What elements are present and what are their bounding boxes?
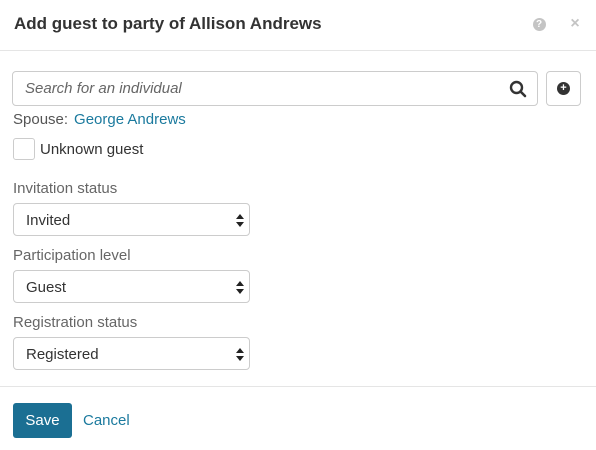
participation-level-select[interactable]: Guest	[13, 270, 250, 303]
close-icon[interactable]: ×	[568, 15, 582, 32]
save-button[interactable]: Save	[13, 403, 72, 438]
invitation-status-label: Invitation status	[13, 180, 118, 197]
spouse-link[interactable]: George Andrews	[74, 111, 186, 128]
unknown-guest-row: Unknown guest	[13, 138, 143, 160]
unknown-guest-label[interactable]: Unknown guest	[40, 141, 143, 158]
participation-level-label: Participation level	[13, 247, 131, 264]
invitation-status-select[interactable]: Invited	[13, 203, 250, 236]
search-field	[12, 71, 538, 106]
dialog-header: Add guest to party of Allison Andrews ? …	[0, 0, 596, 51]
cancel-link[interactable]: Cancel	[83, 412, 130, 429]
invitation-status-value: Invited	[26, 212, 71, 229]
dialog-footer: Save Cancel	[0, 386, 596, 450]
select-arrows-icon	[236, 281, 244, 294]
spouse-label: Spouse:	[13, 111, 69, 128]
search-input[interactable]	[13, 72, 503, 105]
select-arrows-icon	[236, 214, 244, 227]
select-arrows-icon	[236, 348, 244, 361]
dialog-title: Add guest to party of Allison Andrews	[14, 14, 322, 33]
add-individual-button[interactable]: +	[546, 71, 581, 106]
registration-status-label: Registration status	[13, 314, 138, 331]
question-circle-icon[interactable]: ?	[532, 17, 546, 31]
participation-level-value: Guest	[26, 279, 67, 296]
plus-circle-icon: +	[557, 82, 570, 95]
registration-status-value: Registered	[26, 346, 99, 363]
registration-status-select[interactable]: Registered	[13, 337, 250, 370]
unknown-guest-checkbox[interactable]	[13, 138, 35, 160]
spouse-row: Spouse: George Andrews	[13, 111, 186, 128]
magnifier-icon[interactable]	[509, 80, 527, 98]
